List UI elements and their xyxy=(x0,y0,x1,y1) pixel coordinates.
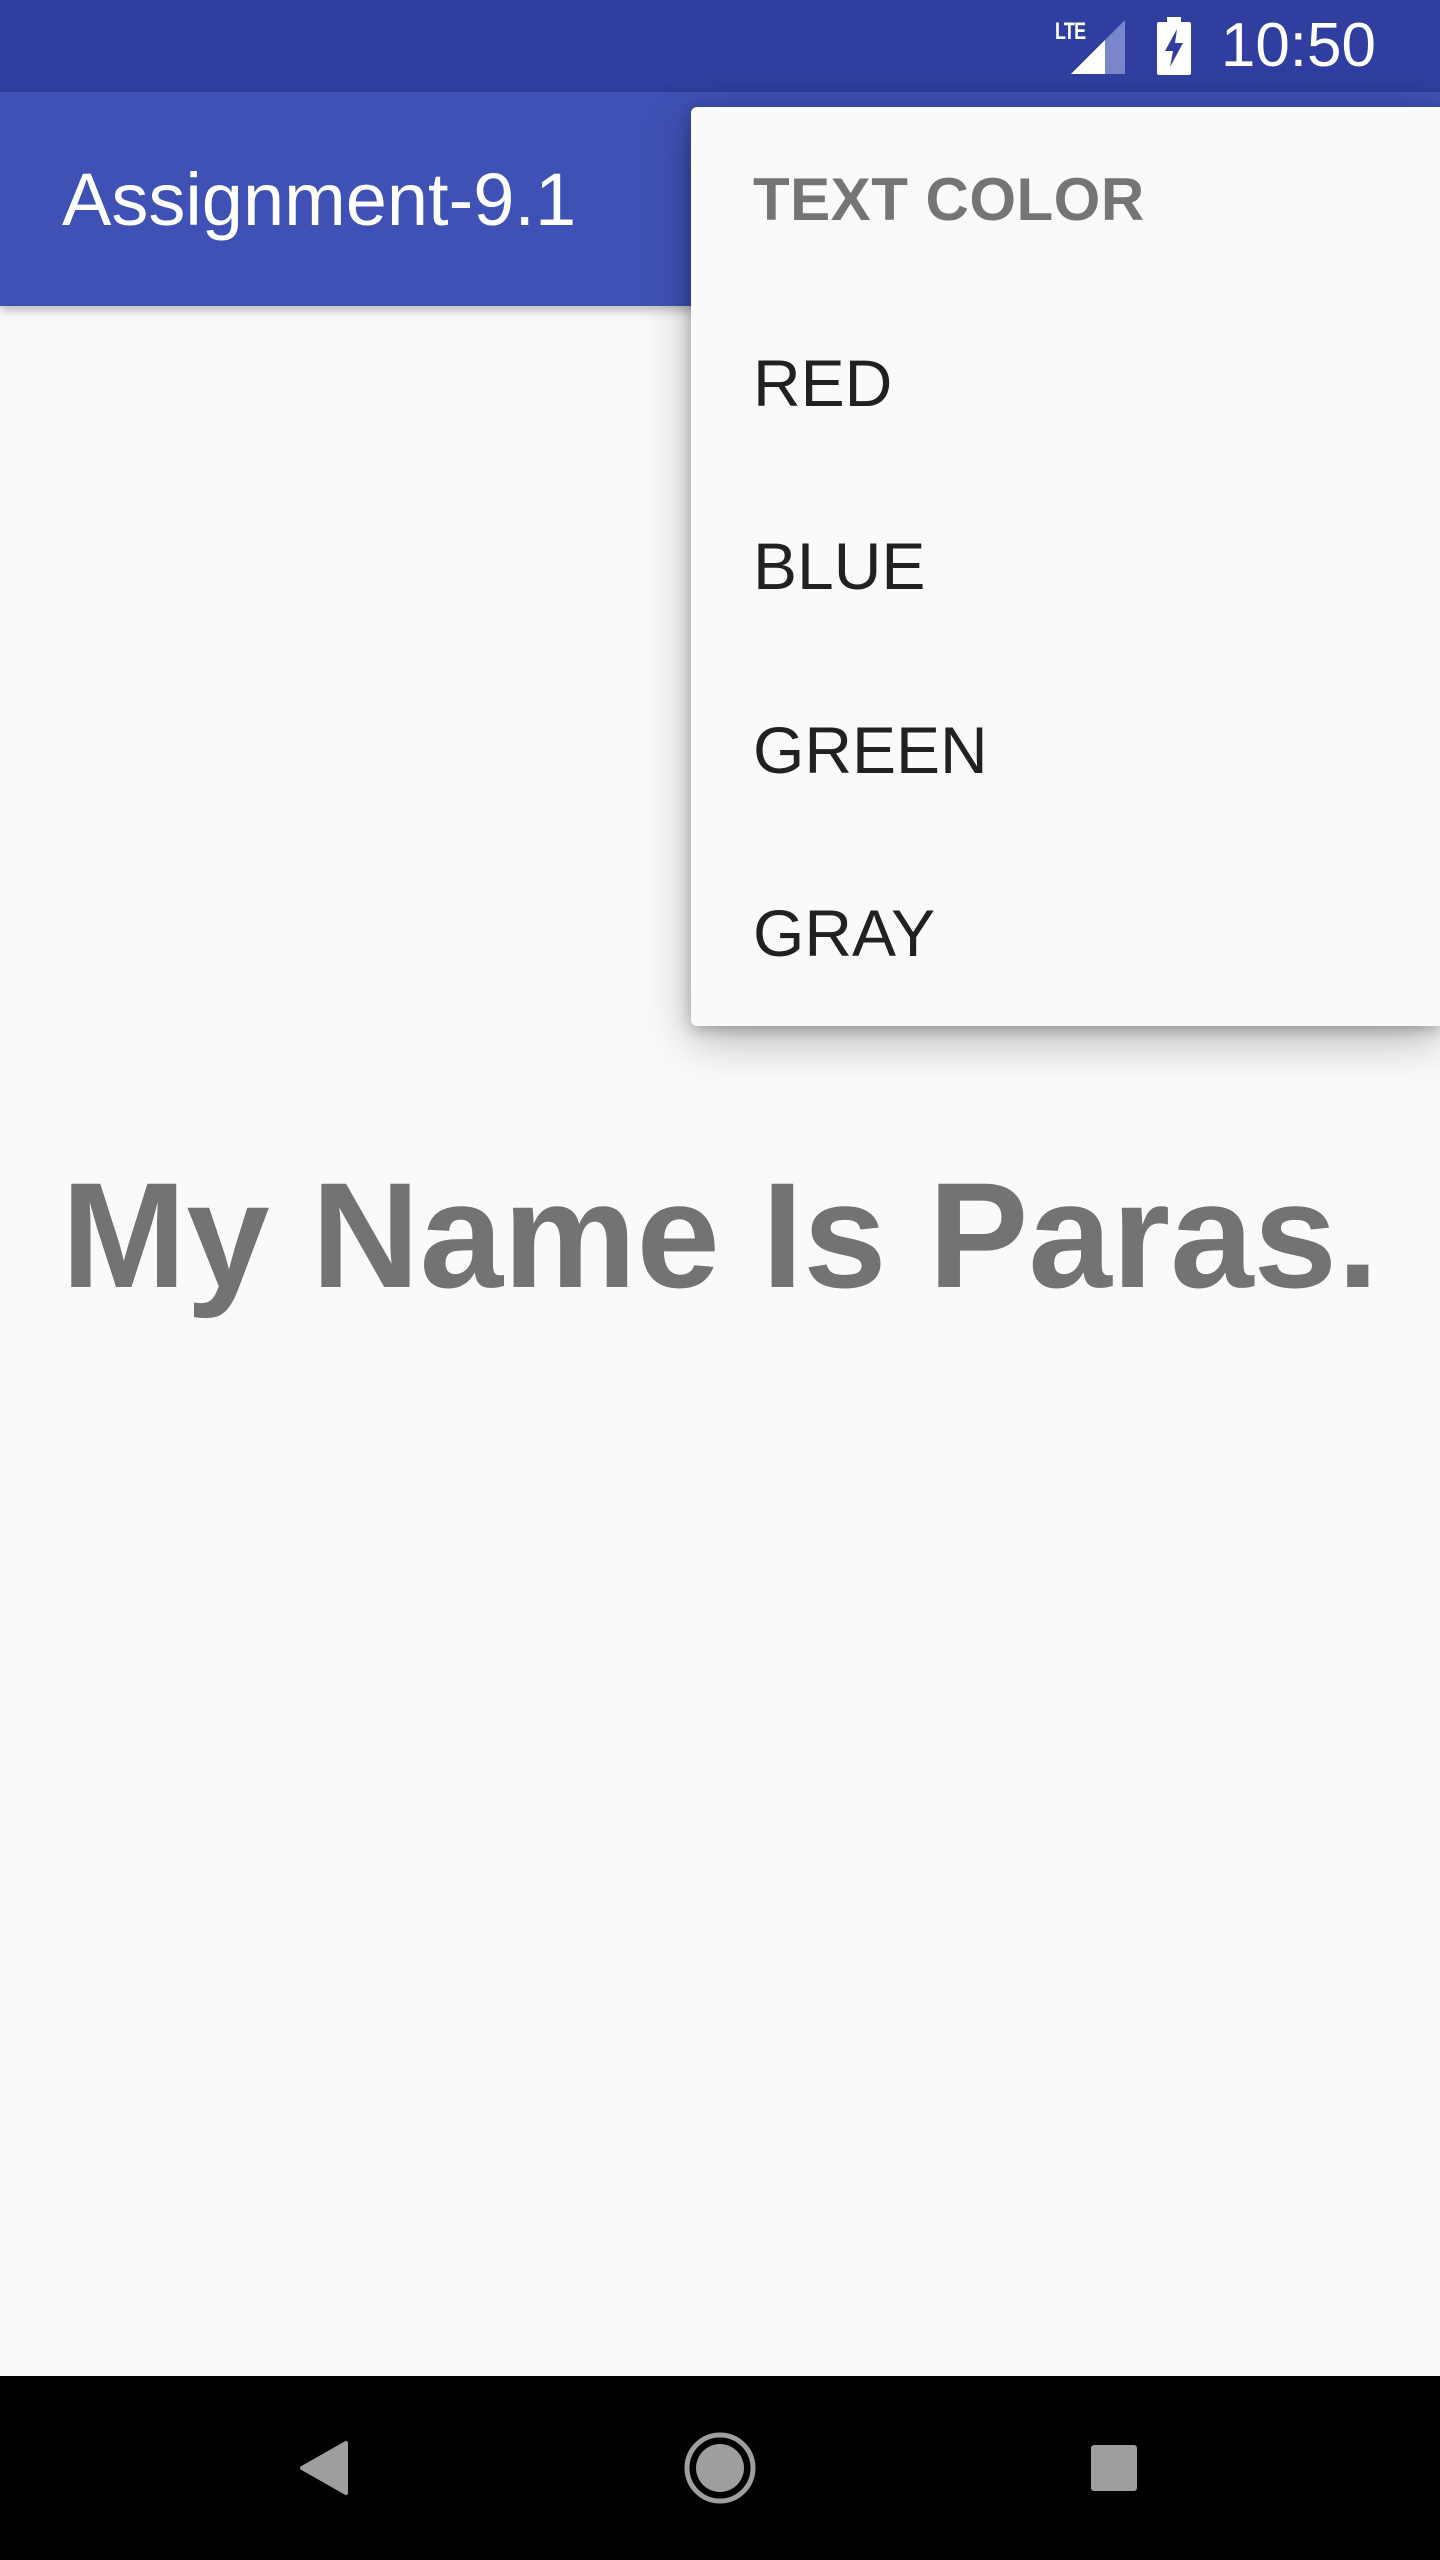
menu-item-gray[interactable]: GRAY xyxy=(691,841,1440,1024)
status-icons: LTE 10:50 xyxy=(1055,0,1376,92)
name-text: My Name Is Paras. xyxy=(61,1151,1379,1319)
status-clock: 10:50 xyxy=(1220,11,1376,80)
recents-icon xyxy=(1091,2445,1137,2491)
menu-item-red[interactable]: RED xyxy=(691,291,1440,474)
menu-item-green[interactable]: GREEN xyxy=(691,658,1440,841)
signal-icon: LTE xyxy=(1055,18,1125,74)
recents-button[interactable] xyxy=(1064,2418,1164,2518)
overflow-menu: TEXT COLOR RED BLUE GREEN GRAY xyxy=(691,107,1440,1026)
menu-header: TEXT COLOR xyxy=(753,165,1145,233)
back-icon xyxy=(300,2441,348,2495)
home-icon xyxy=(684,2432,756,2504)
signal-bars-icon xyxy=(1070,20,1125,74)
menu-item-blue[interactable]: BLUE xyxy=(691,474,1440,657)
app-title: Assignment-9.1 xyxy=(62,157,577,241)
home-button[interactable] xyxy=(670,2418,770,2518)
navigation-bar xyxy=(0,2376,1440,2560)
status-bar: LTE 10:50 xyxy=(0,0,1440,92)
back-button[interactable] xyxy=(276,2418,376,2518)
battery-charging-icon xyxy=(1156,17,1191,75)
